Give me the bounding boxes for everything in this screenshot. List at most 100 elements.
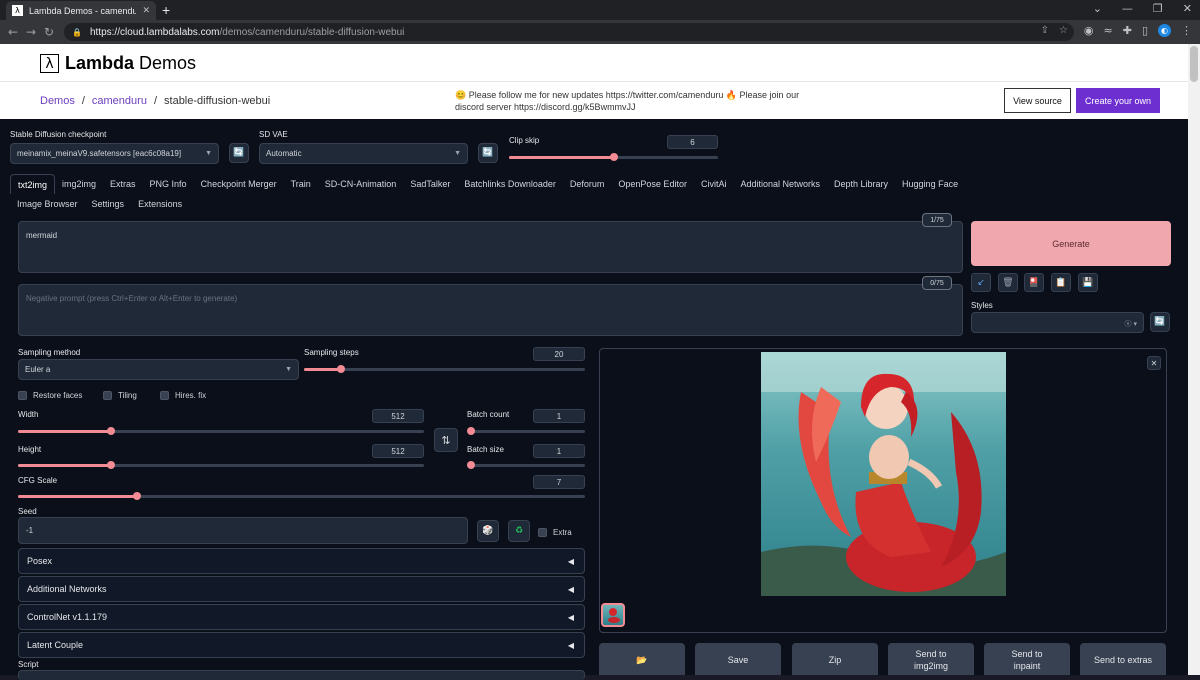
accordion-additional-networks[interactable]: Additional Networks ◀ [18,576,585,602]
tab-batchlinks-downloader[interactable]: Batchlinks Downloader [457,174,563,194]
profile-avatar[interactable]: ◐ [1158,24,1171,37]
tab-depth-library[interactable]: Depth Library [827,174,895,194]
script-dropdown[interactable] [18,670,585,680]
tab-checkpoint-merger[interactable]: Checkpoint Merger [194,174,284,194]
zip-button[interactable]: Zip [792,643,878,675]
create-your-own-button[interactable]: Create your own [1076,88,1160,113]
breadcrumb-camenduru[interactable]: camenduru [92,95,147,107]
open-folder-button[interactable]: 📂 [599,643,685,675]
refresh-styles-button[interactable]: 🔄 [1150,312,1170,332]
tab-sadtalker[interactable]: SadTalker [403,174,457,194]
swap-dimensions-button[interactable]: ⇅ [434,428,458,452]
page-scrollbar[interactable] [1188,44,1200,675]
sampling-steps-slider[interactable] [304,365,585,373]
generated-image[interactable] [761,352,1006,596]
prompt-token-counter: 1/75 [922,213,952,227]
minimize-icon[interactable]: — [1122,2,1133,15]
reuse-seed-button[interactable]: ♻ [508,520,530,542]
batch-size-input[interactable]: 1 [533,444,585,458]
tab-extensions[interactable]: Extensions [131,194,189,214]
collapse-triangle-icon: ◀ [567,585,574,594]
vae-dropdown[interactable]: Automatic ▼ [259,143,468,164]
batch-count-label: Batch count [467,410,510,419]
save-button[interactable]: Save [695,643,781,675]
height-input[interactable]: 512 [372,444,424,458]
forward-icon[interactable]: → [22,25,40,39]
height-slider[interactable] [18,461,424,469]
accordion-posex[interactable]: Posex ◀ [18,548,585,574]
extension-icon[interactable]: ◉ [1084,24,1094,37]
hires-fix-checkbox[interactable]: Hires. fix [160,391,206,400]
negative-prompt-input[interactable]: Negative prompt (press Ctrl+Enter or Alt… [18,284,963,336]
clear-prompt-button[interactable]: 🗑 [998,273,1018,292]
tab-train[interactable]: Train [284,174,318,194]
width-slider[interactable] [18,427,424,435]
back-icon[interactable]: ← [4,25,22,39]
tab-openpose-editor[interactable]: OpenPose Editor [611,174,694,194]
browser-tab[interactable]: λ Lambda Demos - camenduru/sta ✕ [6,1,156,20]
url-field[interactable]: 🔒 https://cloud.lambdalabs.com/demos/cam… [64,23,1074,41]
tab-civitai[interactable]: CivitAi [694,174,734,194]
send-to-inpaint-button[interactable]: Send to inpaint [984,643,1070,675]
refresh-checkpoint-button[interactable]: 🔄 [229,143,249,163]
tab-sd-cn-animation[interactable]: SD-CN-Animation [318,174,404,194]
media-icon[interactable]: ≈ [1104,24,1113,37]
restore-faces-checkbox[interactable]: Restore faces [18,391,82,400]
tab-extras[interactable]: Extras [103,174,143,194]
maximize-icon[interactable]: ❐ [1153,2,1163,15]
sampling-steps-input[interactable]: 20 [533,347,585,361]
tiling-checkbox[interactable]: Tiling [103,391,137,400]
lambda-logo[interactable]: λ Lambda Demos [40,53,196,74]
prompt-input[interactable]: mermaid [18,221,963,273]
cfg-scale-input[interactable]: 7 [533,475,585,489]
tab-img2img[interactable]: img2img [55,174,103,194]
batch-count-slider[interactable] [466,427,585,435]
read-params-button[interactable]: ↙ [971,273,991,292]
tab-additional-networks[interactable]: Additional Networks [733,174,827,194]
close-tab-icon[interactable]: ✕ [142,5,150,16]
sampling-method-dropdown[interactable]: Euler a ▼ [18,359,299,380]
scrollbar-thumb[interactable] [1190,46,1198,82]
accordion-controlnet[interactable]: ControlNet v1.1.179 ◀ [18,604,585,630]
sidebar-icon[interactable]: ▯ [1142,24,1148,37]
random-seed-button[interactable]: 🎲 [477,520,499,542]
generate-button[interactable]: Generate [971,221,1171,266]
menu-icon[interactable]: ⋮ [1181,24,1192,37]
send-to-extras-button[interactable]: Send to extras [1080,643,1166,675]
clip-skip-slider[interactable] [509,153,718,161]
tab-search-icon[interactable]: ⌄ [1093,2,1102,15]
batch-size-slider[interactable] [466,461,585,469]
apply-style-button[interactable]: 📋 [1051,273,1071,292]
main-tabs: txt2img img2img Extras PNG Info Checkpoint M… [10,174,1180,214]
close-icon[interactable]: ✕ [1147,356,1161,370]
tab-image-browser[interactable]: Image Browser [10,194,85,214]
width-input[interactable]: 512 [372,409,424,423]
styles-dropdown[interactable]: ⓧ ▾ [971,312,1144,333]
close-window-icon[interactable]: ✕ [1183,2,1192,15]
puzzle-icon[interactable]: ✚ [1123,24,1132,37]
tab-png-info[interactable]: PNG Info [143,174,194,194]
cfg-scale-slider[interactable] [18,492,585,500]
tab-txt2img[interactable]: txt2img [10,174,56,194]
new-tab-icon[interactable]: + [162,2,170,18]
reload-icon[interactable]: ↻ [40,25,58,39]
breadcrumb-demos[interactable]: Demos [40,95,75,107]
view-source-button[interactable]: View source [1004,88,1071,113]
extra-networks-button[interactable]: 🎴 [1024,273,1044,292]
bookmark-star-icon[interactable]: ☆ [1059,25,1068,36]
clip-skip-input[interactable]: 6 [667,135,718,149]
accordion-latent-couple[interactable]: Latent Couple ◀ [18,632,585,658]
tab-deforum[interactable]: Deforum [563,174,612,194]
send-to-img2img-button[interactable]: Send to img2img [888,643,974,675]
extra-seed-checkbox[interactable]: Extra [538,528,572,537]
share-icon[interactable]: ⇪ [1041,25,1049,36]
checkpoint-dropdown[interactable]: meinamix_meinaV9.safetensors [eac6c08a19… [10,143,219,164]
tab-settings[interactable]: Settings [85,194,132,214]
refresh-vae-button[interactable]: 🔄 [478,143,498,163]
tab-hugging-face[interactable]: Hugging Face [895,174,965,194]
seed-input[interactable]: -1 [18,517,468,544]
trash-icon: 🗑 [1002,277,1014,288]
batch-count-input[interactable]: 1 [533,409,585,423]
gallery-thumbnail[interactable] [601,603,625,627]
save-style-button[interactable]: 💾 [1078,273,1098,292]
